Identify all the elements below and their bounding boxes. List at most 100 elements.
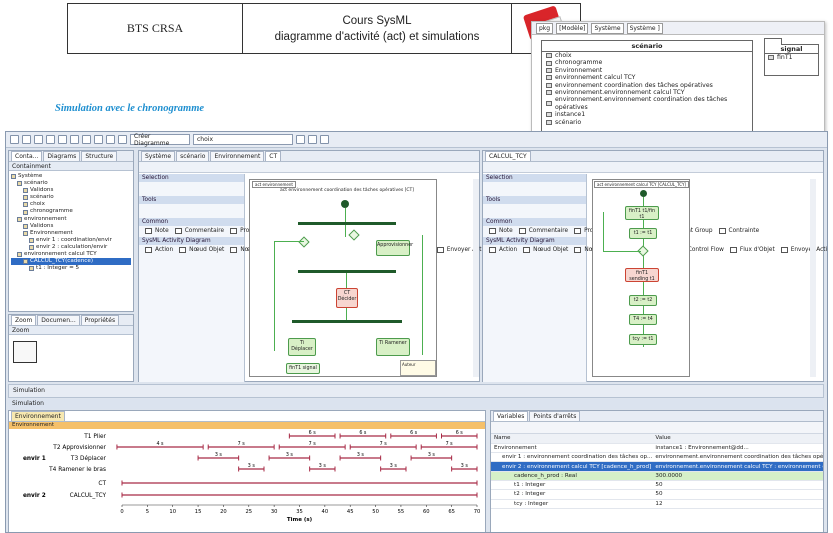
calcul-canvas[interactable]: act environnement calcul TCY [CALCUL_TCY… xyxy=(592,179,690,377)
stop-icon[interactable] xyxy=(308,135,317,144)
calcul-scrollbar[interactable] xyxy=(810,179,816,377)
ct-canvas[interactable]: act environnement act environnement coor… xyxy=(249,179,437,377)
tab-calcul-tcy[interactable]: CALCUL_TCY xyxy=(485,151,531,161)
tree-item[interactable]: t1 : Integer = 5 xyxy=(11,265,131,272)
create-diagram-button[interactable]: Créer Diagramme xyxy=(130,133,190,147)
tab-zoom[interactable]: Zoom xyxy=(11,315,37,325)
node-t1[interactable]: t1 := t1 xyxy=(629,228,657,239)
palette-item[interactable]: Nœud Objet xyxy=(520,245,568,256)
table-row[interactable]: Environnement instance1 : Environnement@d… xyxy=(491,443,823,454)
zoom-icon[interactable] xyxy=(106,135,115,144)
save-icon[interactable] xyxy=(34,135,43,144)
paste-icon[interactable] xyxy=(70,135,79,144)
palette-item[interactable]: Contrainte xyxy=(716,226,759,237)
palette-tools-icons xyxy=(139,204,244,218)
validate-icon[interactable] xyxy=(118,135,127,144)
palette-item[interactable]: Envoyer Action de Signal xyxy=(778,245,827,256)
join-bar[interactable] xyxy=(298,270,396,273)
table-row[interactable]: t1 : Integer 50 xyxy=(491,480,823,491)
tab-environnement-sim[interactable]: Environnement xyxy=(11,411,65,421)
tree-item[interactable]: chronogramme xyxy=(11,208,131,215)
variable-name: tcy : Integer xyxy=(491,499,653,509)
tree-item[interactable]: scénario xyxy=(11,194,131,201)
note[interactable]: Auteur xyxy=(400,360,436,376)
undo-icon[interactable] xyxy=(82,135,91,144)
pkg-tab[interactable]: pkg xyxy=(536,22,554,34)
tree-item[interactable]: Validons xyxy=(11,223,131,230)
fork-bar-2[interactable] xyxy=(292,320,402,323)
variable-name: envir 1 : environnement coordination des… xyxy=(491,452,653,463)
node-t4[interactable]: T4 := t4 xyxy=(629,314,657,325)
cut-icon[interactable] xyxy=(46,135,55,144)
fork-bar[interactable] xyxy=(298,222,396,225)
action-ramener[interactable]: Ti Ramener xyxy=(376,338,410,356)
table-row[interactable]: envir 2 : environnement calcul TCY [cade… xyxy=(491,461,823,472)
tab-diagrams[interactable]: Diagrams xyxy=(43,151,81,161)
initial-node-right[interactable] xyxy=(640,190,647,197)
table-header: Name Value xyxy=(491,434,823,444)
signal-action[interactable]: finT1 signal xyxy=(286,363,320,374)
table-row[interactable]: cadence_h_prod : Real 300.0000 xyxy=(491,471,823,482)
flow xyxy=(345,208,346,222)
tree-item[interactable]: scénario xyxy=(11,180,131,187)
tree-item[interactable]: Environnement xyxy=(11,230,131,237)
copy-icon[interactable] xyxy=(58,135,67,144)
caption: Simulation avec le chronogramme xyxy=(55,103,205,114)
palette-item[interactable]: Note xyxy=(486,226,513,237)
table-row[interactable]: t2 : Integer 50 xyxy=(491,489,823,500)
initial-node[interactable] xyxy=(341,200,349,208)
palette-item[interactable]: Nœud Objet xyxy=(176,245,224,256)
node-fint1-sending[interactable]: finT1 sending t1 xyxy=(625,268,659,282)
segment-label: 6 s xyxy=(410,430,418,436)
tab-scenario[interactable]: scénario xyxy=(176,151,210,161)
pkg-tab[interactable]: Système xyxy=(591,22,624,34)
palette-item[interactable]: Flux d'Objet xyxy=(727,245,775,256)
choix-combo[interactable]: choix xyxy=(193,134,293,145)
action-ct-decider[interactable]: CT Décider xyxy=(336,288,358,308)
tab-environnement[interactable]: Environnement xyxy=(210,151,265,161)
action-approvisionner[interactable]: Approvisionner xyxy=(376,240,413,256)
tree-item[interactable]: choix xyxy=(11,201,131,208)
ct-scrollbar[interactable] xyxy=(473,179,479,377)
action-deplacer[interactable]: Ti Déplacer xyxy=(288,338,316,356)
palette-item[interactable]: Note xyxy=(142,226,169,237)
tree-item[interactable]: CALCUL_TCY(cadence) xyxy=(11,258,131,266)
tab-ct[interactable]: CT xyxy=(265,151,282,161)
palette-item[interactable]: Action xyxy=(142,245,173,256)
pkg-tab[interactable]: Système ] xyxy=(626,22,663,34)
node-t2[interactable]: t2 := t2 xyxy=(629,295,657,306)
open-icon[interactable] xyxy=(22,135,31,144)
run-icon[interactable] xyxy=(296,135,305,144)
tree-item[interactable]: envir 1 : coordination/envir xyxy=(11,237,131,244)
tab-containment[interactable]: Conta... xyxy=(11,151,43,161)
node-tcy[interactable]: tcy := t1 xyxy=(629,334,657,345)
pkg-tab[interactable]: [Modèle] xyxy=(556,22,589,34)
tree-item[interactable]: Validons xyxy=(11,187,131,194)
palette-item[interactable]: Commentaire xyxy=(516,226,568,237)
zoom-panel: Zoom Documen... Propriétés Zoom xyxy=(8,314,134,382)
tab-variables[interactable]: Variables xyxy=(493,411,529,421)
table-row[interactable]: tcy : Integer 12 xyxy=(491,499,823,509)
table-row[interactable]: envir 1 : environnement coordination des… xyxy=(491,452,823,463)
palette-item[interactable]: Commentaire xyxy=(172,226,224,237)
element-icon xyxy=(546,82,552,88)
tree-item[interactable]: envir 2 : calculation/envir xyxy=(11,244,131,251)
tab-properties[interactable]: Propriétés xyxy=(80,315,120,325)
palette-item[interactable]: Action xyxy=(486,245,517,256)
tab-systeme[interactable]: Système xyxy=(141,151,176,161)
tab-breakpoints[interactable]: Points d'arrêts xyxy=(529,411,581,421)
variables-table: Name Value Environnement instance1 : Envir… xyxy=(491,434,823,509)
help-icon[interactable] xyxy=(320,135,329,144)
x-tick-label: 15 xyxy=(195,509,202,515)
simulation-tab[interactable]: Simulation xyxy=(8,384,824,398)
new-icon[interactable] xyxy=(10,135,19,144)
node-fint1-t1[interactable]: finT1 t1/fin t1 xyxy=(625,206,659,220)
tab-structure[interactable]: Structure xyxy=(81,151,118,161)
decision-node[interactable] xyxy=(348,229,360,241)
redo-icon[interactable] xyxy=(94,135,103,144)
zoom-thumbnail[interactable] xyxy=(13,341,37,363)
tree-item[interactable]: environnement xyxy=(11,216,131,223)
tree-item[interactable]: environnement calcul TCY xyxy=(11,251,131,258)
decision-node[interactable] xyxy=(298,236,310,248)
tab-documentation[interactable]: Documen... xyxy=(37,315,80,325)
